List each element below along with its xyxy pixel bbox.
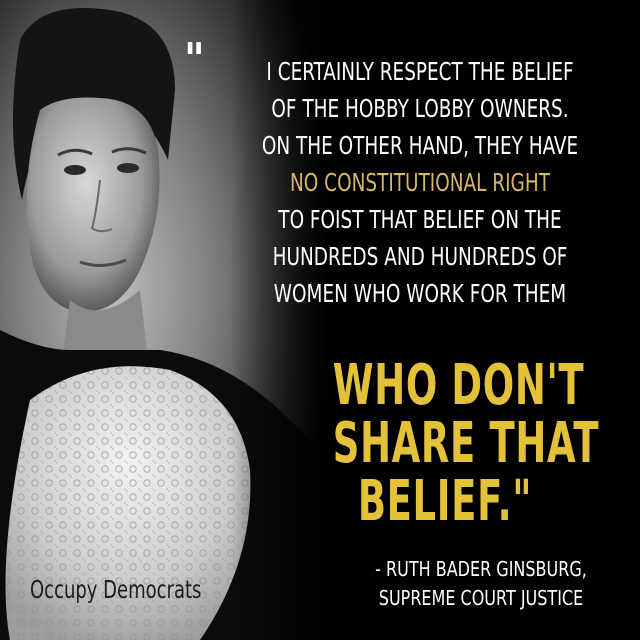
quote-poster: " I CERTAINLY RESPECT THE BELIEF OF THE …	[0, 0, 640, 640]
emphasis-line: SHARE THAT	[332, 411, 600, 476]
emphasis-line: BELIEF."	[357, 469, 533, 534]
attribution: - RUTH BADER GINSBURG, SUPREME COURT JUS…	[346, 555, 616, 613]
quote-line: OF THE HOBBY LOBBY OWNERS.	[271, 94, 569, 123]
quote-line: ON THE OTHER HAND, THEY HAVE	[261, 131, 579, 160]
quote-line: HUNDREDS AND HUNDREDS OF	[272, 242, 568, 271]
attribution-name: - RUTH BADER GINSBURG,	[375, 557, 587, 581]
quote-line: TO FOIST THAT BELIEF ON THE	[278, 205, 562, 234]
quote-highlight-line: NO CONSTITUTIONAL RIGHT	[290, 168, 550, 197]
quote-line: I CERTAINLY RESPECT THE BELIEF	[266, 57, 574, 86]
open-quote-mark: "	[184, 34, 205, 85]
quote-line: WOMEN WHO WORK FOR THEM	[273, 279, 567, 308]
attribution-title: SUPREME COURT JUSTICE	[378, 586, 584, 610]
emphasis-line: WHO DON'T	[332, 353, 585, 418]
quote-emphasis: WHO DON'T SHARE THAT BELIEF."	[275, 357, 615, 531]
quote-body: I CERTAINLY RESPECT THE BELIEF OF THE HO…	[210, 53, 630, 312]
watermark-brand: Occupy Democrats	[30, 575, 202, 604]
